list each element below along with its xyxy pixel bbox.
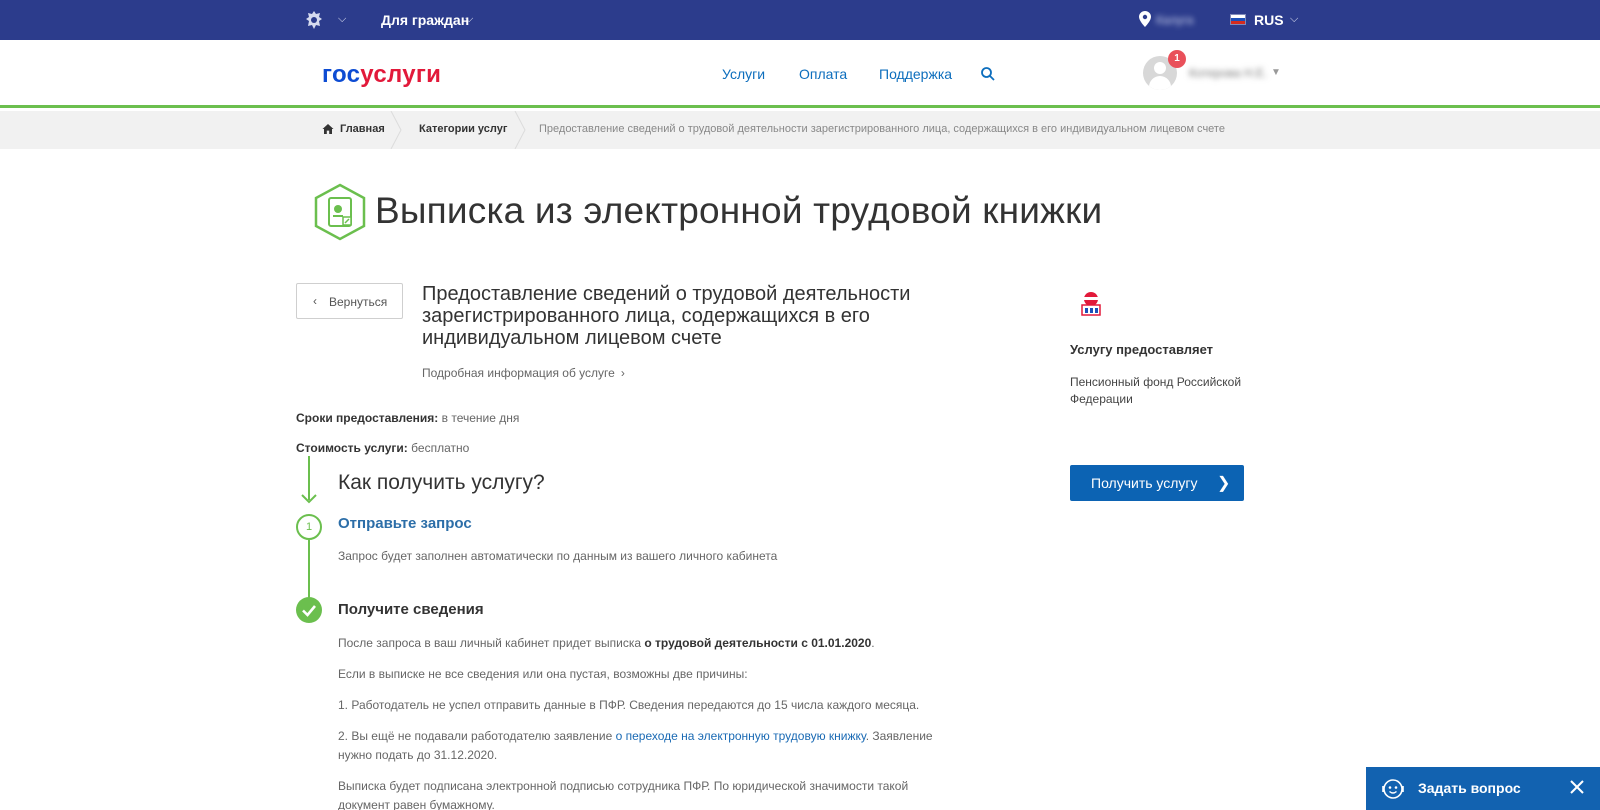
chevron-right-icon: ❯: [1217, 475, 1231, 492]
get-service-label: Получить услугу: [1091, 475, 1198, 491]
pfr-logo-icon: [1081, 292, 1101, 316]
cost-line: Стоимость услуги: бесплатно: [296, 441, 469, 455]
back-button[interactable]: ‹ Вернуться: [296, 283, 403, 319]
ask-question-label[interactable]: Задать вопрос: [1418, 780, 1521, 796]
close-icon[interactable]: [1570, 780, 1584, 794]
chevron-down-icon[interactable]: ▼: [1271, 67, 1281, 78]
step2-paragraph: После запроса в ваш личный кабинет приде…: [338, 634, 958, 653]
chevron-down-icon[interactable]: ⌵: [465, 13, 473, 26]
para-text: После запроса в ваш личный кабинет приде…: [338, 636, 645, 650]
breadcrumb-home[interactable]: Главная: [340, 123, 385, 135]
checkmark-icon: [302, 605, 316, 617]
breadcrumb-current: Предоставление сведений о трудовой деяте…: [539, 123, 1225, 135]
back-button-label: Вернуться: [329, 295, 388, 309]
provider-label: Услугу предоставляет: [1070, 342, 1214, 357]
breadcrumb: Главная Категории услуг Предоставление с…: [0, 111, 1600, 149]
para-bold: о трудовой деятельности с 01.01.2020: [644, 636, 872, 650]
chevron-down-icon[interactable]: ⌵: [1290, 13, 1298, 26]
step-complete-badge: [296, 597, 322, 623]
step2-paragraph: 2. Вы ещё не подавали работодателю заявл…: [338, 727, 958, 765]
provider-name: Пенсионный фонд Российской Федерации: [1070, 375, 1242, 406]
terms-line: Сроки предоставления: в течение дня: [296, 411, 519, 425]
notification-badge[interactable]: 1: [1168, 50, 1186, 68]
top-bar: ⌵ Для граждан ⌵ Калуга RUS ⌵: [0, 0, 1600, 40]
home-icon[interactable]: [322, 123, 334, 135]
search-icon[interactable]: [980, 66, 996, 82]
site-header: госуслуги Услуги Оплата Поддержка 1 Коте…: [0, 40, 1600, 108]
more-info-label: Подробная информация об услуге: [422, 366, 615, 380]
step1-title[interactable]: Отправьте запрос: [338, 515, 472, 532]
chevron-left-icon: ‹: [313, 294, 317, 308]
nav-support[interactable]: Поддержка: [879, 66, 952, 82]
logo-part-gos: гос: [322, 61, 361, 88]
coat-of-arms-icon[interactable]: [303, 9, 325, 31]
more-info-link[interactable]: Подробная информация об услуге ›: [422, 366, 625, 380]
para-text: .: [871, 636, 875, 650]
nav-services[interactable]: Услуги: [722, 66, 765, 82]
how-to-get-title: Как получить услугу?: [338, 471, 545, 494]
breadcrumb-separator: [514, 111, 526, 149]
terms-value: в течение дня: [441, 411, 520, 425]
breadcrumb-categories[interactable]: Категории услуг: [419, 123, 507, 135]
chevron-right-icon: ›: [620, 366, 625, 380]
chatbot-icon: [1382, 779, 1404, 799]
page-title: Выписка из электронной трудовой книжки: [375, 190, 1103, 231]
user-name[interactable]: Котерова Н.Е.: [1189, 66, 1267, 80]
russia-flag-icon: [1230, 14, 1246, 25]
step2-title: Получите сведения: [338, 601, 484, 618]
location-pin-icon[interactable]: [1139, 11, 1151, 27]
get-service-button[interactable]: Получить услугу ❯: [1070, 465, 1244, 501]
language-selector[interactable]: RUS: [1254, 12, 1284, 28]
breadcrumb-separator: [390, 111, 402, 149]
etk-transition-link[interactable]: о переходе на электронную трудовую книжк…: [616, 729, 866, 743]
citizens-menu[interactable]: Для граждан: [381, 12, 469, 28]
step-number-badge: 1: [296, 514, 322, 540]
cost-label: Стоимость услуги:: [296, 441, 408, 455]
logo-part-uslugi: услуги: [360, 61, 442, 88]
step2-paragraph: Если в выписке не все сведения или она п…: [338, 667, 748, 681]
step-connector: [308, 540, 310, 598]
gosuslugi-logo[interactable]: госуслуги: [322, 61, 441, 89]
step2-paragraph: Выписка будет подписана электронной подп…: [338, 779, 909, 810]
arrow-down-icon: [301, 494, 317, 504]
city-selector[interactable]: Калуга: [1156, 13, 1193, 27]
para-text: 2. Вы ещё не подавали работодателю заявл…: [338, 729, 616, 743]
document-hexagon-icon: [314, 183, 366, 241]
cost-value: бесплатно: [411, 441, 470, 455]
service-title: Предоставление сведений о трудовой деяте…: [422, 283, 911, 349]
chevron-down-icon[interactable]: ⌵: [338, 13, 346, 26]
terms-label: Сроки предоставления:: [296, 411, 439, 425]
step2-paragraph: 1. Работодатель не успел отправить данны…: [338, 698, 920, 712]
ask-question-widget[interactable]: Задать вопрос: [1366, 767, 1600, 810]
step1-description: Запрос будет заполнен автоматически по д…: [338, 549, 778, 563]
nav-payment[interactable]: Оплата: [799, 66, 847, 82]
